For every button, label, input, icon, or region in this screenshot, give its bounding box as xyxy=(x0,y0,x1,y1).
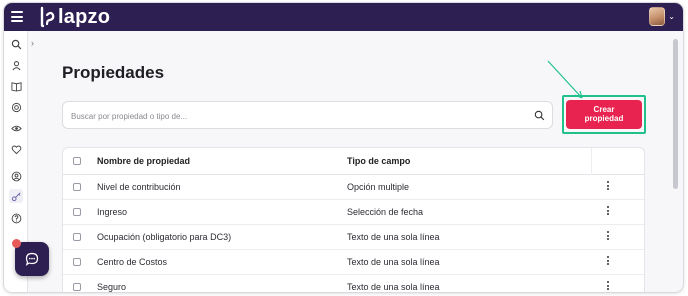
scrollbar[interactable] xyxy=(673,35,679,285)
more-options-icon[interactable] xyxy=(605,256,611,268)
logo-text: lapzo xyxy=(58,5,111,28)
menu-icon[interactable] xyxy=(11,11,23,22)
scrollbar-thumb[interactable] xyxy=(673,39,678,189)
more-options-icon[interactable] xyxy=(605,181,611,193)
table-row[interactable]: Ingreso Selección de fecha xyxy=(63,200,644,225)
column-separator xyxy=(591,148,592,175)
top-bar: lapzo ⌄ xyxy=(4,3,683,31)
table-header: Nombre de propiedad Tipo de campo xyxy=(63,148,644,175)
property-name: Ocupación (obligatorio para DC3) xyxy=(97,232,232,242)
row-checkbox[interactable] xyxy=(73,208,81,216)
help-icon xyxy=(11,213,21,223)
column-header-name[interactable]: Nombre de propiedad xyxy=(97,156,190,166)
properties-table: Nombre de propiedad Tipo de campo Nivel … xyxy=(62,147,645,292)
row-checkbox[interactable] xyxy=(73,233,81,241)
app-window: lapzo ⌄ › Propiedades Buscar por propied… xyxy=(4,3,683,292)
notification-dot xyxy=(12,239,21,248)
field-type: Texto de una sola línea xyxy=(347,232,440,242)
user-menu[interactable]: ⌄ xyxy=(649,7,675,26)
search-bar[interactable] xyxy=(62,101,553,129)
rail-search[interactable] xyxy=(9,37,23,51)
column-header-type[interactable]: Tipo de campo xyxy=(347,156,410,166)
search-icon xyxy=(11,39,21,49)
target-icon xyxy=(11,102,21,112)
field-type: Opción multiple xyxy=(347,182,410,192)
person-badge-icon xyxy=(11,171,21,181)
avatar[interactable] xyxy=(649,7,666,26)
more-options-icon[interactable] xyxy=(605,281,611,292)
row-checkbox[interactable] xyxy=(73,183,81,191)
create-button-label-line2: propiedad xyxy=(584,114,624,123)
search-input[interactable] xyxy=(71,108,511,124)
field-type: Texto de una sola línea xyxy=(347,257,440,267)
rail-target[interactable] xyxy=(9,100,23,114)
eye-icon xyxy=(10,125,22,131)
table-row[interactable]: Seguro Texto de una sola línea xyxy=(63,275,644,292)
property-name: Ingreso xyxy=(97,207,128,217)
logo-mark-icon xyxy=(40,6,55,28)
chat-button[interactable] xyxy=(12,239,49,276)
property-name: Nivel de contribución xyxy=(97,182,181,192)
rail-help[interactable] xyxy=(9,211,23,225)
more-options-icon[interactable] xyxy=(605,231,611,243)
rail-key[interactable] xyxy=(9,189,23,203)
row-checkbox[interactable] xyxy=(73,258,81,266)
book-icon xyxy=(10,81,22,92)
key-icon xyxy=(11,192,20,201)
heart-icon xyxy=(11,145,21,154)
chat-bubble-icon xyxy=(25,252,39,266)
field-type: Selección de fecha xyxy=(347,207,424,217)
create-property-button[interactable]: Crear propiedad xyxy=(566,100,642,129)
more-options-icon[interactable] xyxy=(605,206,611,218)
page-title: Propiedades xyxy=(62,63,165,82)
rail-eye[interactable] xyxy=(9,121,23,135)
search-icon[interactable] xyxy=(534,110,545,121)
table-row[interactable]: Nivel de contribución Opción multiple xyxy=(63,175,644,200)
rail-person-badge[interactable] xyxy=(9,169,23,183)
table-row[interactable]: Centro de Costos Texto de una sola línea xyxy=(63,250,644,275)
chevron-down-icon: ⌄ xyxy=(668,12,675,21)
table-row[interactable]: Ocupación (obligatorio para DC3) Texto d… xyxy=(63,225,644,250)
property-name: Centro de Costos xyxy=(97,257,168,267)
property-name: Seguro xyxy=(97,282,127,292)
row-checkbox[interactable] xyxy=(73,283,81,291)
create-button-label-line1: Crear xyxy=(593,105,615,114)
rail-user[interactable] xyxy=(9,58,23,72)
chevron-right-icon[interactable]: › xyxy=(31,38,34,48)
rail-heart[interactable] xyxy=(9,142,23,156)
rail-book[interactable] xyxy=(9,79,23,93)
select-all-checkbox[interactable] xyxy=(73,157,81,165)
logo[interactable]: lapzo xyxy=(38,5,110,29)
user-icon xyxy=(11,60,21,70)
field-type: Texto de una sola línea xyxy=(347,282,440,292)
